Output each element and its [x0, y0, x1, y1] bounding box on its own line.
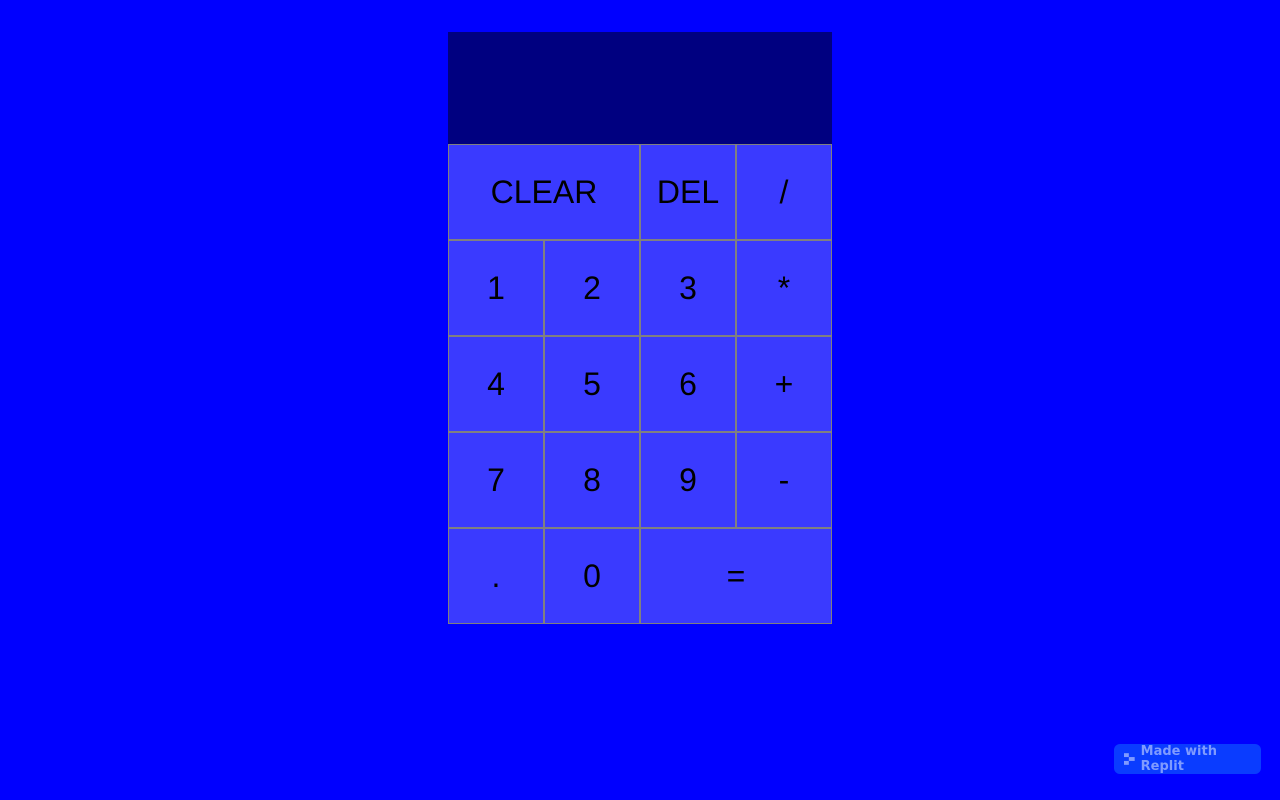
equals-button[interactable]: = [640, 528, 832, 624]
digit-6-button[interactable]: 6 [640, 336, 736, 432]
divide-button[interactable]: / [736, 144, 832, 240]
calculator: CLEAR DEL / 1 2 3 * 4 5 6 + 7 8 9 - . 0 … [448, 32, 832, 624]
calculator-display [448, 32, 832, 144]
digit-2-button[interactable]: 2 [544, 240, 640, 336]
digit-3-button[interactable]: 3 [640, 240, 736, 336]
digit-4-button[interactable]: 4 [448, 336, 544, 432]
replit-logo-icon [1124, 753, 1135, 765]
digit-8-button[interactable]: 8 [544, 432, 640, 528]
digit-1-button[interactable]: 1 [448, 240, 544, 336]
keypad: CLEAR DEL / 1 2 3 * 4 5 6 + 7 8 9 - . 0 … [448, 144, 832, 624]
decimal-point-button[interactable]: . [448, 528, 544, 624]
digit-7-button[interactable]: 7 [448, 432, 544, 528]
minus-button[interactable]: - [736, 432, 832, 528]
plus-button[interactable]: + [736, 336, 832, 432]
clear-button[interactable]: CLEAR [448, 144, 640, 240]
digit-0-button[interactable]: 0 [544, 528, 640, 624]
digit-5-button[interactable]: 5 [544, 336, 640, 432]
digit-9-button[interactable]: 9 [640, 432, 736, 528]
badge-label: Made with Replit [1140, 744, 1217, 774]
made-with-replit-badge[interactable]: Made with Replit [1114, 744, 1261, 774]
multiply-button[interactable]: * [736, 240, 832, 336]
delete-button[interactable]: DEL [640, 144, 736, 240]
